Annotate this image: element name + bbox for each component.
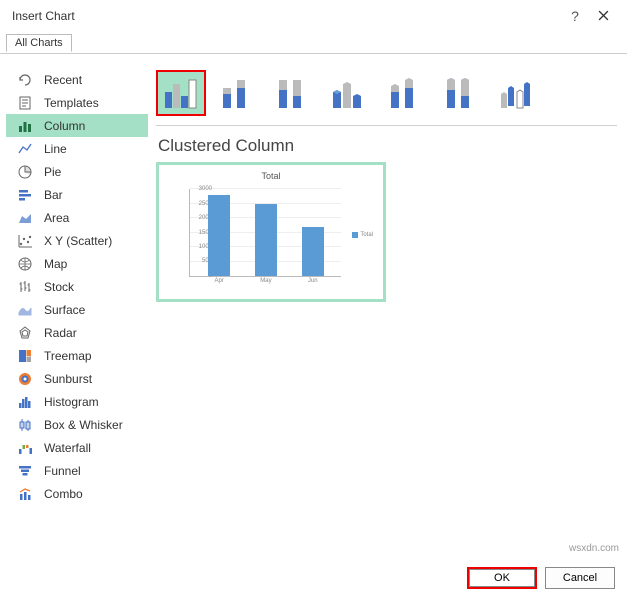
ok-button[interactable]: OK [467, 567, 537, 589]
dialog-title: Insert Chart [12, 9, 561, 23]
sidebar-item-label: Recent [44, 73, 82, 87]
sidebar-item-label: Surface [44, 303, 85, 317]
sidebar-item-scatter[interactable]: X Y (Scatter) [6, 229, 148, 252]
clustered-column-icon [159, 74, 203, 112]
subtype-stacked-column[interactable] [212, 70, 262, 116]
subtype-3d-column[interactable] [492, 70, 542, 116]
ytick: 3000 [199, 186, 212, 192]
xtick: Apr [214, 278, 223, 284]
funnel-icon [16, 462, 34, 480]
bar [255, 204, 277, 276]
subtype-3d-stacked-column[interactable] [380, 70, 430, 116]
sidebar-item-line[interactable]: Line [6, 137, 148, 160]
sidebar-item-label: Sunburst [44, 372, 92, 386]
3d-stacked-icon [383, 74, 427, 112]
close-button[interactable] [589, 8, 617, 24]
column-icon [16, 117, 34, 135]
sidebar-item-surface[interactable]: Surface [6, 298, 148, 321]
sidebar-item-radar[interactable]: Radar [6, 321, 148, 344]
templates-icon [16, 94, 34, 112]
scatter-icon [16, 232, 34, 250]
sidebar-item-label: Map [44, 257, 67, 271]
plot-area: 0 500 1000 1500 2000 2500 3000 Apr May J… [189, 189, 341, 277]
preview-title: Total [165, 171, 377, 181]
xtick: May [260, 278, 271, 284]
map-icon [16, 255, 34, 273]
sidebar-item-label: Waterfall [44, 441, 91, 455]
sidebar-item-waterfall[interactable]: Waterfall [6, 436, 148, 459]
sidebar-item-funnel[interactable]: Funnel [6, 459, 148, 482]
sidebar-item-map[interactable]: Map [6, 252, 148, 275]
sidebar-item-label: Funnel [44, 464, 81, 478]
sidebar-item-sunburst[interactable]: Sunburst [6, 367, 148, 390]
sidebar-item-label: Histogram [44, 395, 99, 409]
sidebar-item-label: Treemap [44, 349, 92, 363]
3d-column-icon [495, 74, 539, 112]
bar-icon [16, 186, 34, 204]
sidebar-item-column[interactable]: Column [6, 114, 148, 137]
close-icon [598, 10, 609, 21]
chart-subtype-panel: Clustered Column Total 0 500 1000 1500 2… [148, 60, 621, 552]
surface-icon [16, 301, 34, 319]
treemap-icon [16, 347, 34, 365]
recent-icon [16, 71, 34, 89]
dialog-footer: OK Cancel [0, 560, 627, 596]
tab-strip: All Charts [0, 32, 627, 54]
subtype-row [156, 66, 617, 126]
sidebar-item-label: Bar [44, 188, 63, 202]
sidebar-item-label: Area [44, 211, 69, 225]
legend: Total [352, 232, 373, 238]
sidebar-item-bar[interactable]: Bar [6, 183, 148, 206]
combo-icon [16, 485, 34, 503]
sidebar-item-templates[interactable]: Templates [6, 91, 148, 114]
sidebar-item-recent[interactable]: Recent [6, 68, 148, 91]
sidebar-item-label: Pie [44, 165, 61, 179]
watermark: wsxdn.com [569, 543, 619, 554]
titlebar: Insert Chart ? [0, 0, 627, 32]
sidebar-item-label: Column [44, 119, 85, 133]
sidebar-item-histogram[interactable]: Histogram [6, 390, 148, 413]
xtick: Jun [308, 278, 318, 284]
sidebar-item-treemap[interactable]: Treemap [6, 344, 148, 367]
sidebar-item-label: Templates [44, 96, 99, 110]
sidebar-item-label: Radar [44, 326, 77, 340]
3d-100stacked-icon [439, 74, 483, 112]
chart-category-list: Recent Templates Column Line Pie Bar Are… [6, 60, 148, 552]
3d-clustered-icon [327, 74, 371, 112]
100stacked-column-icon [271, 74, 315, 112]
sidebar-item-area[interactable]: Area [6, 206, 148, 229]
area-icon [16, 209, 34, 227]
sidebar-item-label: Line [44, 142, 67, 156]
boxwhisker-icon [16, 416, 34, 434]
waterfall-icon [16, 439, 34, 457]
sidebar-item-boxwhisker[interactable]: Box & Whisker [6, 413, 148, 436]
sidebar-item-label: Box & Whisker [44, 418, 123, 432]
histogram-icon [16, 393, 34, 411]
sidebar-item-label: X Y (Scatter) [44, 234, 112, 248]
bar [302, 227, 324, 276]
chart-type-name: Clustered Column [158, 136, 617, 156]
subtype-100stacked-column[interactable] [268, 70, 318, 116]
sidebar-item-combo[interactable]: Combo [6, 482, 148, 505]
tab-all-charts[interactable]: All Charts [6, 34, 72, 52]
sidebar-item-stock[interactable]: Stock [6, 275, 148, 298]
pie-icon [16, 163, 34, 181]
subtype-3d-clustered-column[interactable] [324, 70, 374, 116]
sunburst-icon [16, 370, 34, 388]
sidebar-item-label: Combo [44, 487, 83, 501]
help-button[interactable]: ? [561, 8, 589, 24]
stacked-column-icon [215, 74, 259, 112]
legend-label: Total [360, 232, 373, 238]
subtype-3d-100stacked-column[interactable] [436, 70, 486, 116]
stock-icon [16, 278, 34, 296]
bar [208, 195, 230, 276]
radar-icon [16, 324, 34, 342]
subtype-clustered-column[interactable] [156, 70, 206, 116]
sidebar-item-pie[interactable]: Pie [6, 160, 148, 183]
cancel-button[interactable]: Cancel [545, 567, 615, 589]
sidebar-item-label: Stock [44, 280, 74, 294]
line-icon [16, 140, 34, 158]
chart-preview[interactable]: Total 0 500 1000 1500 2000 2500 3000 Apr… [156, 162, 386, 302]
